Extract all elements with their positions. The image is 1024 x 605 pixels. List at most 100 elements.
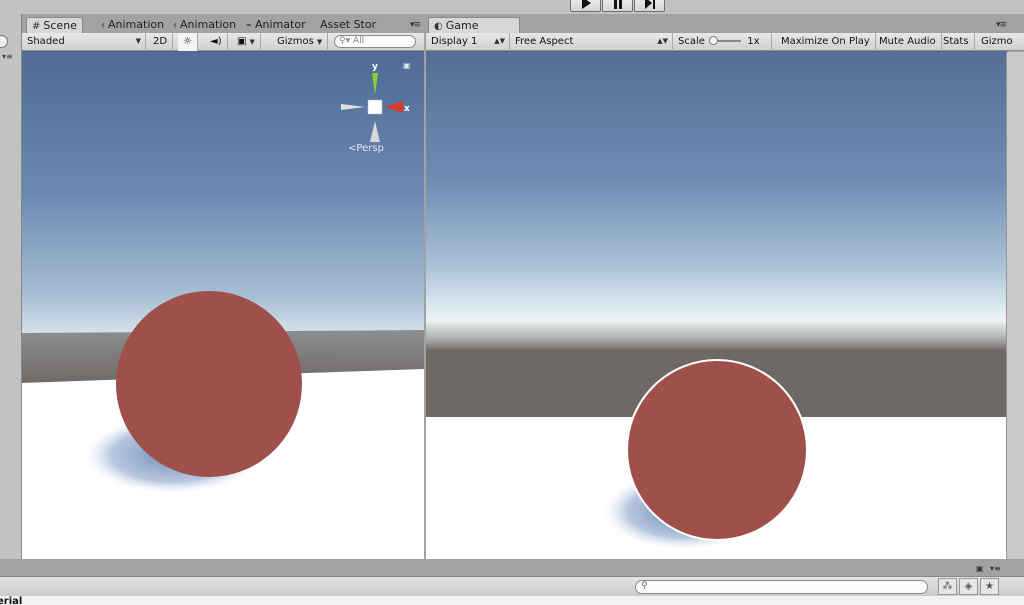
tab-asset-store[interactable]: Asset Stor <box>315 17 381 33</box>
panel-menu-icon[interactable]: ▾≡ <box>2 52 13 61</box>
projection-label[interactable]: <Persp <box>348 143 384 154</box>
hierarchy-search-input[interactable] <box>0 35 8 48</box>
scene-search-input[interactable]: ⚲▾ All <box>334 35 416 48</box>
display-label: Display 1 <box>431 36 478 47</box>
sun-icon: ☼ <box>183 36 192 47</box>
gizmo-x-cone <box>385 101 403 113</box>
game-tab-row: ◐ Game ▾≡ <box>426 14 1024 33</box>
play-button[interactable] <box>570 0 601 12</box>
tab-animation[interactable]: ‹ Animation <box>96 17 169 33</box>
game-toolbar: Display 1 ▲▼ Free Aspect ▲▼ Scale 1x Max… <box>426 33 1024 51</box>
inspector-panel-edge <box>1006 52 1024 559</box>
game-controller-icon: ◐ <box>434 21 443 32</box>
projection-text: Persp <box>356 143 384 154</box>
scene-viewport[interactable]: y x <Persp ▣ <box>22 51 424 559</box>
lighting-toggle[interactable]: ☼ <box>178 33 198 51</box>
aspect-dropdown[interactable]: Free Aspect ▲▼ <box>510 33 673 51</box>
search-icon: ⚲ <box>641 581 648 591</box>
game-render <box>426 359 1008 559</box>
playback-controls <box>570 0 666 12</box>
gizmo-y-label: y <box>372 62 378 72</box>
material-label: erial <box>0 596 23 605</box>
tab-label: Game <box>445 19 479 32</box>
image-icon: ▣ <box>237 36 247 47</box>
audio-toggle[interactable]: ◄) <box>205 33 228 51</box>
console-header: ▣ ▾≡ <box>0 559 1024 576</box>
search-placeholder: All <box>352 36 365 46</box>
gizmos-label: Gizmo <box>981 36 1013 47</box>
lock-icon[interactable]: ▣ <box>403 61 411 70</box>
grid-icon: # <box>32 21 41 32</box>
pause-icon <box>613 0 622 9</box>
panel-menu-icon[interactable]: ▾≡ <box>990 564 1001 573</box>
red-sphere[interactable] <box>626 359 808 541</box>
stats-label: Stats <box>943 36 969 47</box>
maximize-on-play-toggle[interactable]: Maximize On Play <box>776 33 876 51</box>
stats-toggle[interactable]: Stats <box>938 33 975 51</box>
mute-audio-toggle[interactable]: Mute Audio <box>874 33 942 51</box>
console-filter-icons: ⁂ ◈ ★ <box>938 578 999 595</box>
tab-label: Animation <box>108 18 165 31</box>
scale-label: Scale <box>678 36 705 47</box>
tab-label: Animation <box>180 18 237 31</box>
tab-label: Animator <box>255 18 306 31</box>
maximize-on-play-label: Maximize On Play <box>781 36 870 47</box>
red-sphere[interactable] <box>116 291 302 477</box>
gizmos-label: Gizmos <box>277 36 314 47</box>
gizmos-dropdown[interactable]: Gizmos ▼ <box>272 33 329 51</box>
gizmo-center-cube <box>367 99 383 115</box>
scale-value: 1x <box>747 36 760 47</box>
gizmo-neg-y-cone <box>370 121 380 142</box>
game-panel: ◐ Game ▾≡ Display 1 ▲▼ Free Aspect ▲▼ Sca… <box>426 14 1024 559</box>
tab-game[interactable]: ◐ Game <box>428 17 520 33</box>
gizmo-y-cone <box>372 73 378 95</box>
console-search-input[interactable]: ⚲ <box>635 580 928 594</box>
tab-label: Asset Stor <box>320 18 377 31</box>
effects-dropdown[interactable]: ▣ ▼ <box>232 33 261 51</box>
step-button[interactable] <box>634 0 665 12</box>
favorite-star-icon[interactable]: ★ <box>980 578 999 595</box>
scene-panel: # Scene ‹ Animation ‹ Animation ⌁ Animator A… <box>22 14 424 559</box>
play-toolbar <box>0 0 1024 14</box>
scene-toolbar: Shaded ▼ 2D ☼ ◄) ▣ ▼ Gizmos ▼ ⚲▾ All <box>22 33 424 51</box>
dropdown-arrow-icon: ▼ <box>249 38 255 46</box>
gizmo-x-label: x <box>404 104 410 114</box>
orientation-gizmo[interactable]: y x <box>335 59 415 149</box>
search-icon: ⚲▾ <box>339 36 351 46</box>
dropdown-arrow-icon: ▼ <box>135 37 141 45</box>
aspect-label: Free Aspect <box>515 36 574 47</box>
animation-icon: ‹ <box>173 20 177 31</box>
mode-2d-label: 2D <box>153 36 168 47</box>
dropdown-arrow-icon: ▼ <box>316 38 323 46</box>
scale-slider-thumb[interactable] <box>709 36 719 45</box>
scale-slider[interactable]: Scale 1x <box>673 33 772 51</box>
dropdown-arrow-icon: ▲▼ <box>657 37 668 45</box>
dropdown-arrow-icon: ▲▼ <box>494 37 505 45</box>
panel-menu-icon[interactable]: ▾≡ <box>996 20 1007 30</box>
panel-menu-icon[interactable]: ▾≡ <box>410 20 421 30</box>
label-tag-icon[interactable]: ◈ <box>959 578 978 595</box>
tab-label: Scene <box>43 19 77 32</box>
hierarchy-panel-edge: ▾≡ <box>0 14 22 559</box>
step-icon <box>644 0 655 9</box>
toggle-2d-button[interactable]: 2D <box>148 33 174 51</box>
tab-animation-2[interactable]: ‹ Animation <box>168 17 241 33</box>
tab-animator[interactable]: ⌁ Animator <box>241 17 311 33</box>
gizmo-neg-x-cone <box>341 104 365 110</box>
scale-slider-track[interactable] <box>709 36 742 45</box>
game-gizmos-dropdown[interactable]: Gizmo <box>976 33 1018 51</box>
mute-audio-label: Mute Audio <box>879 36 936 47</box>
shading-mode-label: Shaded <box>27 36 65 47</box>
filter-type-icon[interactable]: ⁂ <box>938 578 957 595</box>
animator-icon: ⌁ <box>246 20 253 31</box>
shading-mode-dropdown[interactable]: Shaded ▼ <box>22 33 146 51</box>
speaker-icon: ◄) <box>210 36 222 47</box>
pause-button[interactable] <box>602 0 633 12</box>
display-dropdown[interactable]: Display 1 ▲▼ <box>426 33 510 51</box>
animation-icon: ‹ <box>101 20 105 31</box>
tab-scene[interactable]: # Scene <box>26 17 83 33</box>
game-viewport[interactable] <box>426 51 1008 559</box>
play-icon <box>581 0 591 9</box>
lock-icon[interactable]: ▣ <box>976 564 984 573</box>
project-footer: erial <box>0 596 1024 605</box>
